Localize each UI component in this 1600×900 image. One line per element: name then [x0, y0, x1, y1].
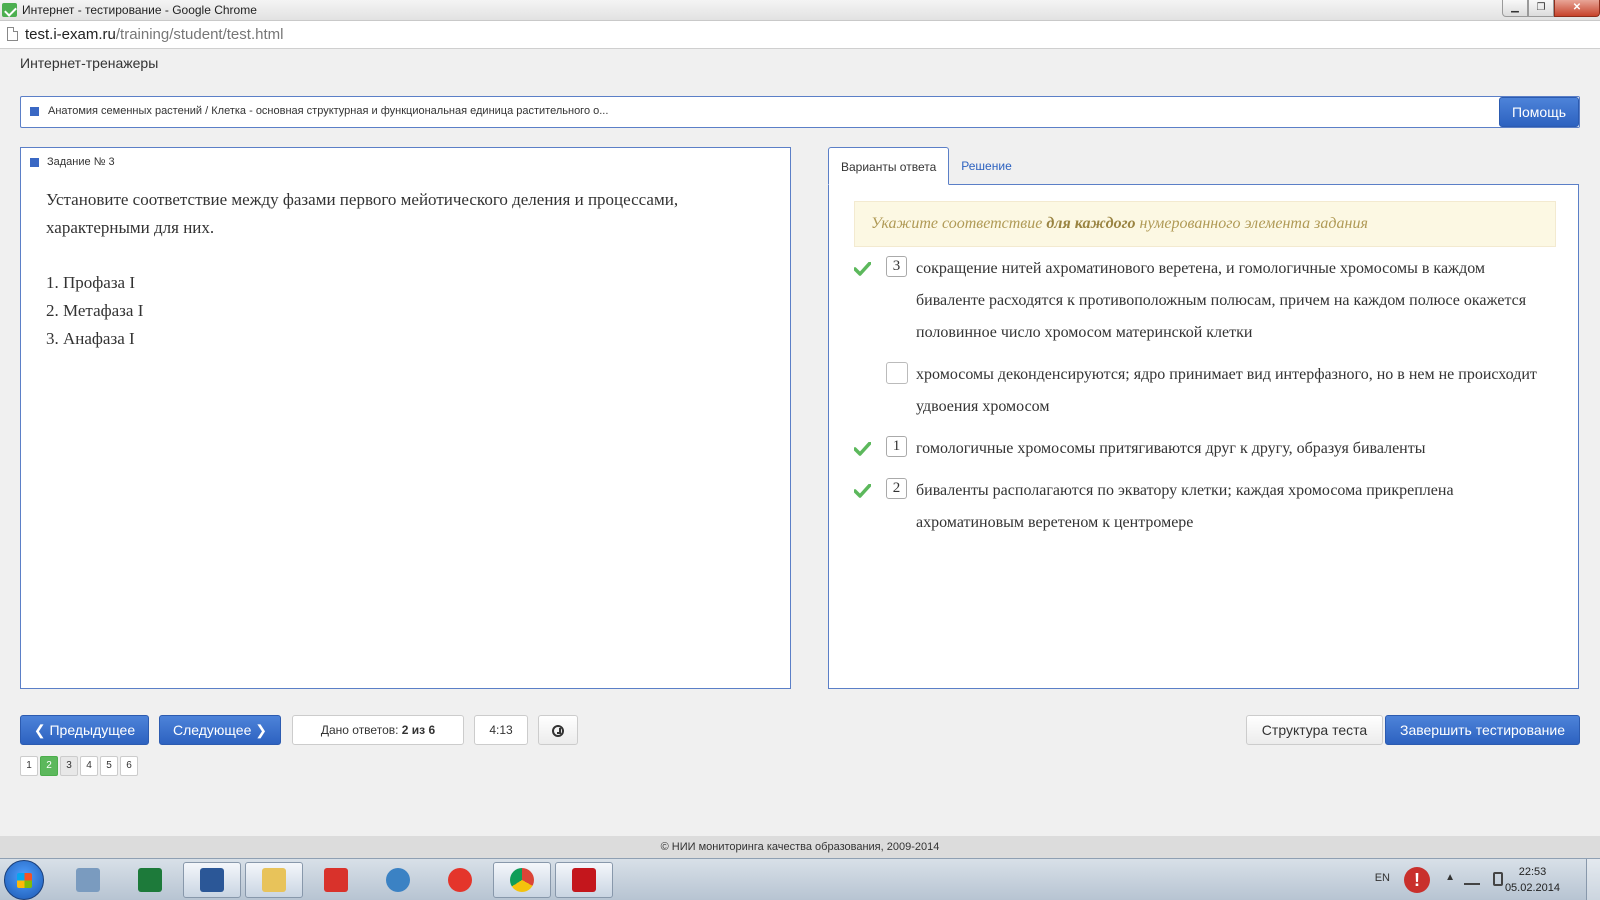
- network-icon[interactable]: [1464, 873, 1480, 885]
- clock-date: 05.02.2014: [1504, 882, 1560, 894]
- hint-text: Укажите соответствие: [871, 215, 1047, 232]
- question-header: Задание № 3: [30, 156, 115, 168]
- url-path: /training/student/test.html: [115, 26, 284, 43]
- close-button[interactable]: ✕: [1554, 0, 1600, 17]
- page-link[interactable]: 6: [120, 756, 138, 776]
- acrobat-icon[interactable]: [555, 862, 613, 898]
- question-body: Установите соответствие между фазами пер…: [46, 186, 766, 353]
- question-pagination: 1 2 3 4 5 6: [20, 756, 138, 776]
- url-host: test.i-exam.ru: [25, 26, 116, 43]
- question-items: 1. Профаза I 2. Метафаза I 3. Анафаза I: [46, 269, 766, 353]
- answer-panel: Варианты ответа Решение Укажите соответс…: [828, 147, 1579, 689]
- page-link[interactable]: 5: [100, 756, 118, 776]
- match-number-input[interactable]: 3: [886, 256, 907, 277]
- answer-option-text: биваленты располагаются по экватору клет…: [916, 482, 1454, 531]
- timer-display: 4:13: [474, 715, 528, 745]
- excel-icon[interactable]: [121, 862, 179, 898]
- calculator-icon[interactable]: [59, 862, 117, 898]
- question-item: 3. Анафаза I: [46, 329, 135, 348]
- match-number-input[interactable]: 1: [886, 436, 907, 457]
- answer-option: 3 сокращение нитей ахроматинового верете…: [854, 253, 1554, 349]
- url-text[interactable]: test.i-exam.ru/training/student/test.htm…: [25, 26, 283, 43]
- answer-option: 2 биваленты располагаются по экватору кл…: [854, 475, 1554, 539]
- show-hidden-icons-icon[interactable]: ▲: [1445, 872, 1455, 883]
- page-footer: © НИИ мониторинга качества образования, …: [0, 836, 1600, 858]
- question-item: 1. Профаза I: [46, 273, 136, 292]
- next-label: Следующее: [173, 722, 252, 738]
- window-titlebar: Интернет - тестирование - Google Chrome …: [0, 0, 1600, 21]
- answer-tabs: Варианты ответа Решение: [828, 147, 1024, 185]
- site-header: Интернет-тренажеры: [0, 50, 1600, 76]
- page-link[interactable]: 3: [60, 756, 78, 776]
- question-marker-icon: [30, 157, 39, 167]
- minimize-button[interactable]: ▁: [1502, 0, 1528, 17]
- window-title: Интернет - тестирование - Google Chrome: [22, 3, 257, 17]
- answer-option-text: гомологичные хромосомы притягиваются дру…: [916, 440, 1426, 457]
- page-link[interactable]: 1: [20, 756, 38, 776]
- match-number-input[interactable]: 2: [886, 478, 907, 499]
- answered-counter: Дано ответов: 2 из 6: [292, 715, 464, 745]
- answer-option: 1 гомологичные хромосомы притягиваются д…: [854, 433, 1554, 465]
- check-icon: [854, 262, 871, 276]
- match-number-input[interactable]: [886, 362, 908, 384]
- language-indicator[interactable]: EN: [1375, 872, 1390, 884]
- action-center-alert-icon[interactable]: !: [1404, 867, 1430, 893]
- answered-label: Дано ответов:: [320, 723, 399, 737]
- yandex-icon[interactable]: [307, 862, 365, 898]
- tab-answer-options[interactable]: Варианты ответа: [828, 147, 950, 185]
- page-link-current[interactable]: 2: [40, 756, 58, 776]
- tab-solution[interactable]: Решение: [949, 147, 1023, 185]
- window-controls: ▁ ❐ ✕: [1502, 0, 1600, 18]
- question-panel: Задание № 3 Установите соответствие межд…: [20, 147, 791, 689]
- volume-app-icon[interactable]: [369, 862, 427, 898]
- answer-options: 3 сокращение нитей ахроматинового верете…: [854, 253, 1554, 549]
- help-button[interactable]: Помощь: [1499, 97, 1579, 127]
- previous-button[interactable]: ❮ Предыдущее: [20, 715, 149, 745]
- question-number: Задание № 3: [47, 156, 115, 168]
- previous-label: Предыдущее: [49, 722, 136, 738]
- finish-test-button[interactable]: Завершить тестирование: [1385, 715, 1580, 745]
- hint-emphasis: для каждого: [1046, 215, 1136, 232]
- file-explorer-icon[interactable]: [245, 862, 303, 898]
- word-icon[interactable]: [183, 862, 241, 898]
- question-item: 2. Метафаза I: [46, 301, 144, 320]
- maximize-button[interactable]: ❐: [1528, 0, 1554, 17]
- topic-bar: Анатомия семенных растений / Клетка - ос…: [20, 96, 1580, 128]
- topic-marker-icon: [30, 107, 39, 116]
- check-icon: [854, 442, 871, 456]
- site-favicon-icon: [2, 3, 17, 17]
- timer-toggle-button[interactable]: [538, 715, 578, 745]
- site-title: Интернет-тренажеры: [20, 55, 159, 71]
- test-structure-button[interactable]: Структура теста: [1246, 715, 1383, 745]
- answer-box: Укажите соответствие для каждого нумеров…: [828, 184, 1579, 689]
- question-text: Установите соответствие между фазами пер…: [46, 190, 679, 237]
- taskbar: EN ! ▲ 22:53 05.02.2014: [0, 858, 1600, 900]
- chrome-icon[interactable]: [493, 862, 551, 898]
- power-icon[interactable]: [1493, 872, 1503, 886]
- chevron-right-icon: ❯: [251, 722, 267, 738]
- hint-text: нумерованного элемента задания: [1135, 215, 1368, 232]
- answer-option: хромосомы деконденсируются; ядро принима…: [854, 359, 1554, 423]
- clock-icon: [552, 725, 564, 738]
- page-link[interactable]: 4: [80, 756, 98, 776]
- start-button[interactable]: [4, 860, 44, 900]
- instruction-hint: Укажите соответствие для каждого нумеров…: [854, 201, 1556, 247]
- answered-value: 2 из 6: [401, 723, 436, 737]
- clock[interactable]: 22:53 05.02.2014: [1505, 864, 1560, 896]
- check-icon: [854, 484, 871, 498]
- clock-time: 22:53: [1518, 866, 1547, 878]
- chevron-left-icon: ❮: [33, 722, 50, 738]
- show-desktop-button[interactable]: [1586, 859, 1600, 900]
- page-icon: [7, 27, 18, 41]
- next-button[interactable]: Следующее ❯: [159, 715, 281, 745]
- answer-option-text: хромосомы деконденсируются; ядро принима…: [916, 366, 1537, 415]
- answer-option-text: сокращение нитей ахроматинового веретена…: [916, 260, 1527, 341]
- yandex-browser-icon[interactable]: [431, 862, 489, 898]
- topic-breadcrumb: Анатомия семенных растений / Клетка - ос…: [48, 105, 609, 117]
- address-bar[interactable]: test.i-exam.ru/training/student/test.htm…: [0, 21, 1600, 49]
